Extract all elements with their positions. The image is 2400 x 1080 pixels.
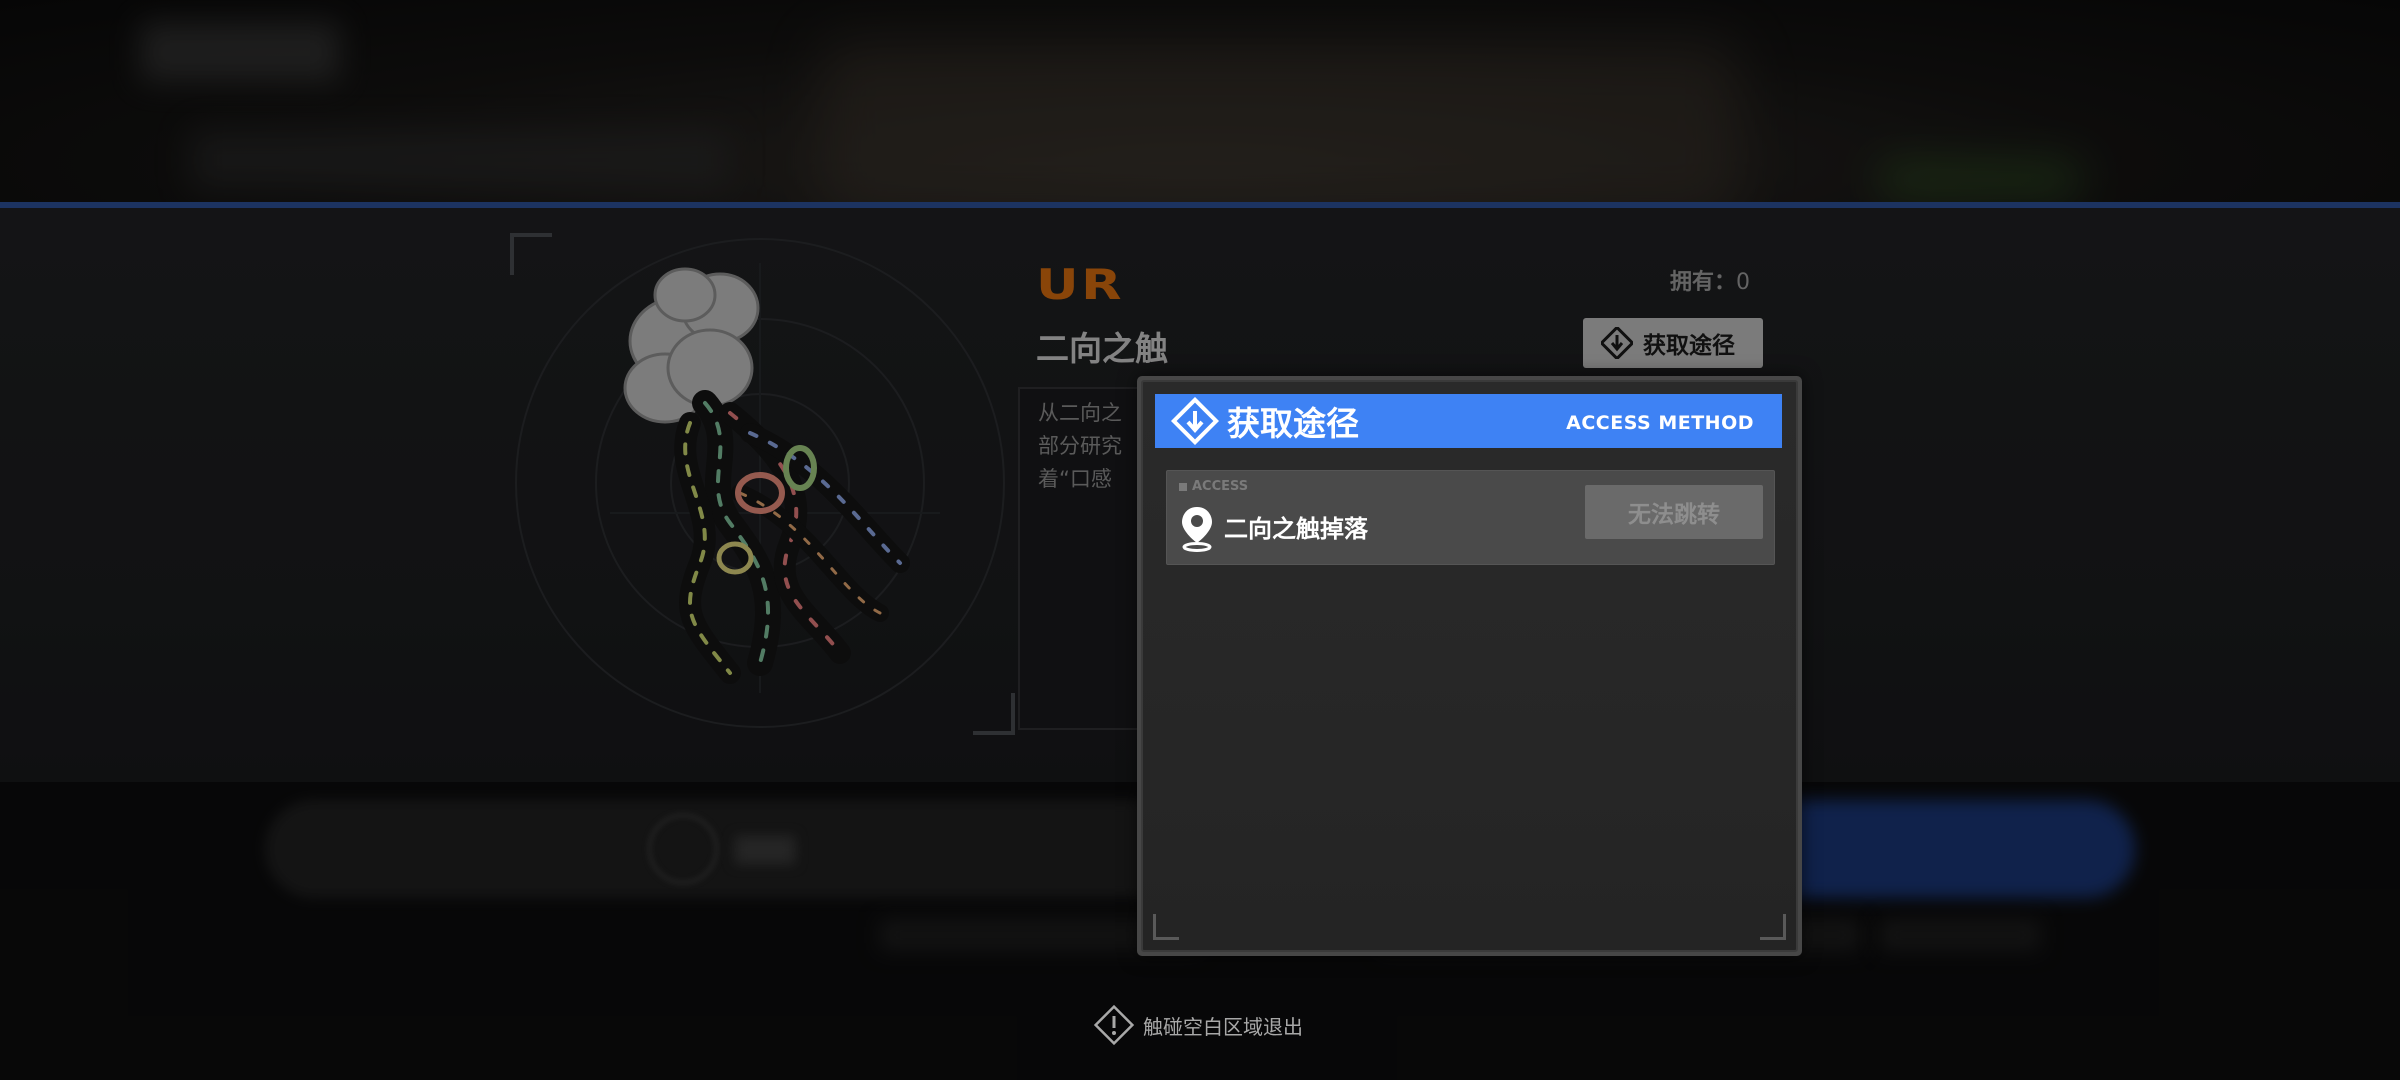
- exit-hint: 触碰空白区域退出: [1093, 1004, 1303, 1046]
- modal-subtitle: ACCESS METHOD: [1566, 412, 1754, 434]
- source-label: 二向之触掉落: [1224, 515, 1368, 543]
- corner-bracket: [1153, 914, 1179, 940]
- corner-bracket: [1760, 914, 1786, 940]
- game-screen[interactable]: UR 二向之触 拥有：0 获取途径 从二向之 部分研究 着“口感 获取途径 AC…: [0, 0, 2400, 1080]
- source-tag-label: ACCESS: [1192, 479, 1249, 494]
- modal-title: 获取途径: [1227, 404, 1359, 443]
- tag-square-icon: [1179, 482, 1187, 491]
- modal-body: 获取途径 ACCESS METHOD ACCESS 二向之触掉落 无法跳转: [1141, 380, 1798, 952]
- access-source-row: ACCESS 二向之触掉落 无法跳转: [1166, 470, 1775, 565]
- location-pin-icon: [1182, 507, 1212, 552]
- source-tag: ACCESS: [1179, 479, 1248, 494]
- jump-button[interactable]: 无法跳转: [1585, 485, 1763, 539]
- modal-header: 获取途径 ACCESS METHOD: [1155, 394, 1782, 448]
- access-method-modal: 获取途径 ACCESS METHOD ACCESS 二向之触掉落 无法跳转: [1137, 376, 1802, 956]
- exit-hint-text: 触碰空白区域退出: [1143, 1014, 1303, 1039]
- access-diamond-icon: [1171, 397, 1219, 445]
- warning-diamond-icon: [1093, 1004, 1135, 1046]
